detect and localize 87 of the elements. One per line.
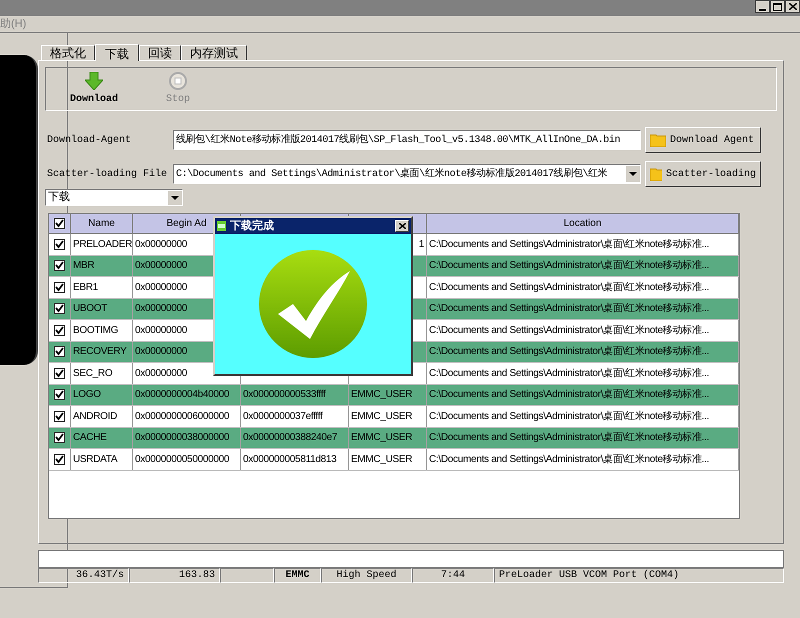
table-cell-text: 0x00000000 (135, 345, 188, 360)
close-icon (788, 3, 796, 10)
table-cell-text: RECOVERY (73, 345, 127, 360)
checkbox[interactable] (54, 454, 65, 465)
maximize-icon (773, 2, 782, 10)
table-cell-text: ANDROID (73, 410, 118, 424)
tab[interactable]: 回读 (139, 45, 181, 60)
path-field[interactable]: 线刷包\红米Note移动标准版2014017线刷包\SP_Flash_Tool_v5.1348.00\MTK_AllInOne_DA.bin (173, 130, 641, 150)
table-cell-text: C:\Documents and Settings\Administrator\桌面\红米note移动标准... (429, 410, 709, 424)
status-text: 163.83 (178, 569, 215, 583)
table-cell-text: 0x00000000 (135, 302, 188, 316)
table-cell-text: USRDATA (73, 452, 118, 467)
status-text: 36.43T/s (76, 568, 124, 583)
checkbox[interactable] (54, 282, 65, 293)
table-cell-text: C:\Documents and Settings\Administrator\桌面\红米note移动标准... (429, 366, 709, 381)
checkmark-icon (258, 249, 368, 359)
download-agent-button[interactable]: Download Agent (645, 127, 761, 153)
field-label: Download-Agent (47, 134, 132, 148)
table-cell-text: 0x0000000037efffff (243, 410, 323, 424)
table-cell-text: 0x00000000388240e7 (243, 431, 338, 446)
close-button[interactable] (785, 0, 800, 13)
table-cell-text: EMMC_USER (351, 388, 412, 402)
table-cell-text: 0x0000000004b40000 (135, 388, 230, 402)
table-cell-text: BOOTIMG (73, 324, 118, 338)
table-cell-text: 0x00000000 (135, 259, 188, 274)
close-icon (398, 223, 406, 229)
table-cell-text: EMMC_USER (351, 410, 412, 424)
table-cell-text: EBR1 (73, 280, 98, 295)
stop-icon (169, 72, 188, 90)
path-dropdown[interactable]: C:\Documents and Settings\Administrator\桌面\红米note移动标准版2014017线刷包\红米 (173, 164, 641, 184)
tab[interactable]: 格式化 (41, 45, 95, 60)
folder-icon (650, 167, 662, 181)
minimize-icon (759, 9, 766, 12)
field-label: Scatter-loading File (47, 168, 168, 182)
checkbox[interactable] (54, 260, 65, 272)
table-cell-text: C:\Documents and Settings\Administrator\桌面\红米note移动标准... (429, 258, 709, 274)
status-text: EMMC (285, 569, 310, 583)
table-cell-text: 0x0000000050000000 (135, 452, 230, 467)
checkbox[interactable] (54, 389, 65, 400)
checkbox[interactable] (54, 218, 65, 229)
status-text: High Speed (336, 568, 396, 583)
table-cell-text: C:\Documents and Settings\Administrator\桌面\红米note移动标准... (429, 302, 709, 316)
maximize-button[interactable] (770, 0, 785, 13)
table-cell-text: EMMC_USER (351, 431, 412, 446)
tab[interactable]: 下载 (95, 44, 139, 61)
toolbar-button[interactable]: Download (70, 72, 118, 106)
table-cell-text: C:\Documents and Settings\Administrator\桌面\红米note移动标准... (429, 452, 709, 467)
table-cell-text: 0x000000000533ffff (243, 388, 326, 402)
column-header[interactable]: Location (427, 214, 739, 233)
minimize-button[interactable] (755, 0, 770, 13)
folder-icon (650, 133, 666, 147)
table-cell-text: 0x00000000 (135, 280, 188, 295)
checkbox[interactable] (54, 368, 65, 379)
app-icon (217, 221, 226, 231)
status-text: 7:44 (440, 569, 465, 583)
table-cell-text: 0x0000000038000000 (135, 431, 230, 446)
table-cell-text: 0x00000000 (135, 324, 188, 338)
status-text: PreLoader USB VCOM Port (COM4) (499, 568, 680, 583)
table-cell-text: UBOOT (73, 302, 108, 316)
scatter-loading-button[interactable]: Scatter-loading (645, 161, 761, 187)
tab[interactable]: 内存测试 (181, 45, 247, 60)
table-cell-text: EMMC_USER (351, 452, 412, 467)
checkbox[interactable] (54, 303, 65, 314)
table-cell-text: CACHE (73, 431, 107, 446)
mode-dropdown[interactable]: 下载 (45, 189, 183, 206)
table-cell-text: 1 (418, 238, 424, 252)
table-cell-text: C:\Documents and Settings\Administrator\桌面\红米note移动标准... (429, 238, 709, 252)
table-cell-text: 0x000000005811d813 (243, 452, 336, 467)
table-cell-text: PRELOADER (73, 238, 132, 252)
table-cell-text: MBR (73, 259, 94, 274)
table-cell-text: C:\Documents and Settings\Administrator\桌面\红米note移动标准... (429, 344, 709, 360)
table-cell-text: 0x00000000 (135, 366, 188, 381)
table-cell-text: C:\Documents and Settings\Administrator\桌面\红米note移动标准... (429, 388, 709, 402)
table-cell-text: 0x0000000006000000 (135, 410, 230, 424)
checkbox[interactable] (54, 238, 65, 250)
column-header[interactable]: Name (71, 214, 133, 233)
checkbox[interactable] (54, 324, 65, 336)
checkbox[interactable] (54, 410, 65, 422)
checkbox[interactable] (54, 432, 65, 444)
table-cell-text: LOGO (73, 388, 101, 402)
table-cell-text: C:\Documents and Settings\Administrator\桌面\红米note移动标准... (429, 430, 709, 446)
table-cell-text: C:\Documents and Settings\Administrator\桌面\红米note移动标准... (429, 280, 709, 295)
checkbox[interactable] (54, 346, 65, 358)
down-arrow-icon (85, 72, 103, 90)
table-cell-text: SEC_RO (73, 366, 112, 381)
table-cell-text: C:\Documents and Settings\Administrator\桌面\红米note移动标准... (429, 324, 709, 338)
table-cell-text: 0x00000000 (135, 238, 188, 252)
